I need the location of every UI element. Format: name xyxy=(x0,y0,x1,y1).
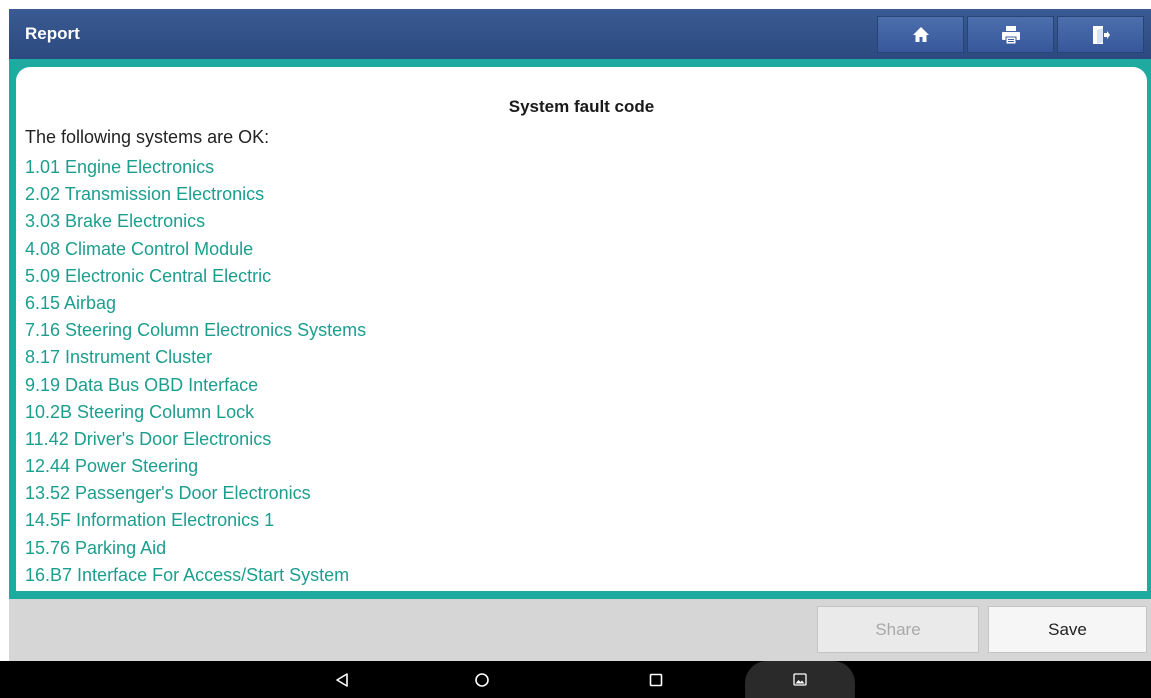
report-content[interactable]: System fault code The following systems … xyxy=(16,67,1147,591)
print-button[interactable] xyxy=(967,16,1054,53)
save-button[interactable]: Save xyxy=(988,606,1147,653)
system-list: 1.01 Engine Electronics 2.02 Transmissio… xyxy=(25,154,366,589)
app-header: Report xyxy=(9,9,1151,59)
system-item: 13.52 Passenger's Door Electronics xyxy=(25,483,311,504)
system-item: 3.03 Brake Electronics xyxy=(25,211,206,232)
system-item: 12.44 Power Steering xyxy=(25,456,199,477)
system-item: 7.16 Steering Column Electronics Systems xyxy=(25,320,367,341)
system-item: 15.76 Parking Aid xyxy=(25,537,167,558)
screenshot-icon xyxy=(793,673,807,686)
system-item: 11.42 Driver's Door Electronics xyxy=(25,428,272,449)
system-item: 1.01 Engine Electronics xyxy=(25,157,215,177)
system-item: 6.15 Airbag xyxy=(25,292,117,313)
action-bar: Share Save xyxy=(9,599,1151,661)
recents-icon xyxy=(649,673,663,686)
nav-recents-button[interactable] xyxy=(626,661,686,698)
system-item: 9.19 Data Bus OBD Interface xyxy=(25,374,259,395)
system-item: 14.5F Information Electronics 1 xyxy=(25,510,275,531)
exit-button[interactable] xyxy=(1057,16,1144,53)
home-button[interactable] xyxy=(877,16,964,53)
nav-home-button[interactable] xyxy=(452,661,512,698)
system-item: 2.02 Transmission Electronics xyxy=(25,184,265,205)
page-title: Report xyxy=(25,24,80,43)
system-item: 4.08 Climate Control Module xyxy=(25,238,254,259)
nav-back-button[interactable] xyxy=(312,661,372,698)
report-heading: System fault code xyxy=(508,97,655,116)
header-toolbar xyxy=(874,16,1144,53)
report-intro: The following systems are OK: xyxy=(25,127,270,147)
home-icon xyxy=(912,27,929,42)
printer-icon xyxy=(1001,25,1020,44)
system-item: 5.09 Electronic Central Electric xyxy=(25,265,272,286)
system-item: 10.2B Steering Column Lock xyxy=(25,401,255,422)
system-nav-bar xyxy=(0,661,1151,698)
share-button[interactable]: Share xyxy=(817,606,979,653)
back-icon xyxy=(336,672,348,687)
system-item: 8.17 Instrument Cluster xyxy=(25,347,213,368)
exit-icon xyxy=(1092,25,1110,44)
home-circle-icon xyxy=(475,672,489,687)
screenshot-button[interactable] xyxy=(745,661,855,698)
system-item: 16.B7 Interface For Access/Start System xyxy=(25,564,350,585)
